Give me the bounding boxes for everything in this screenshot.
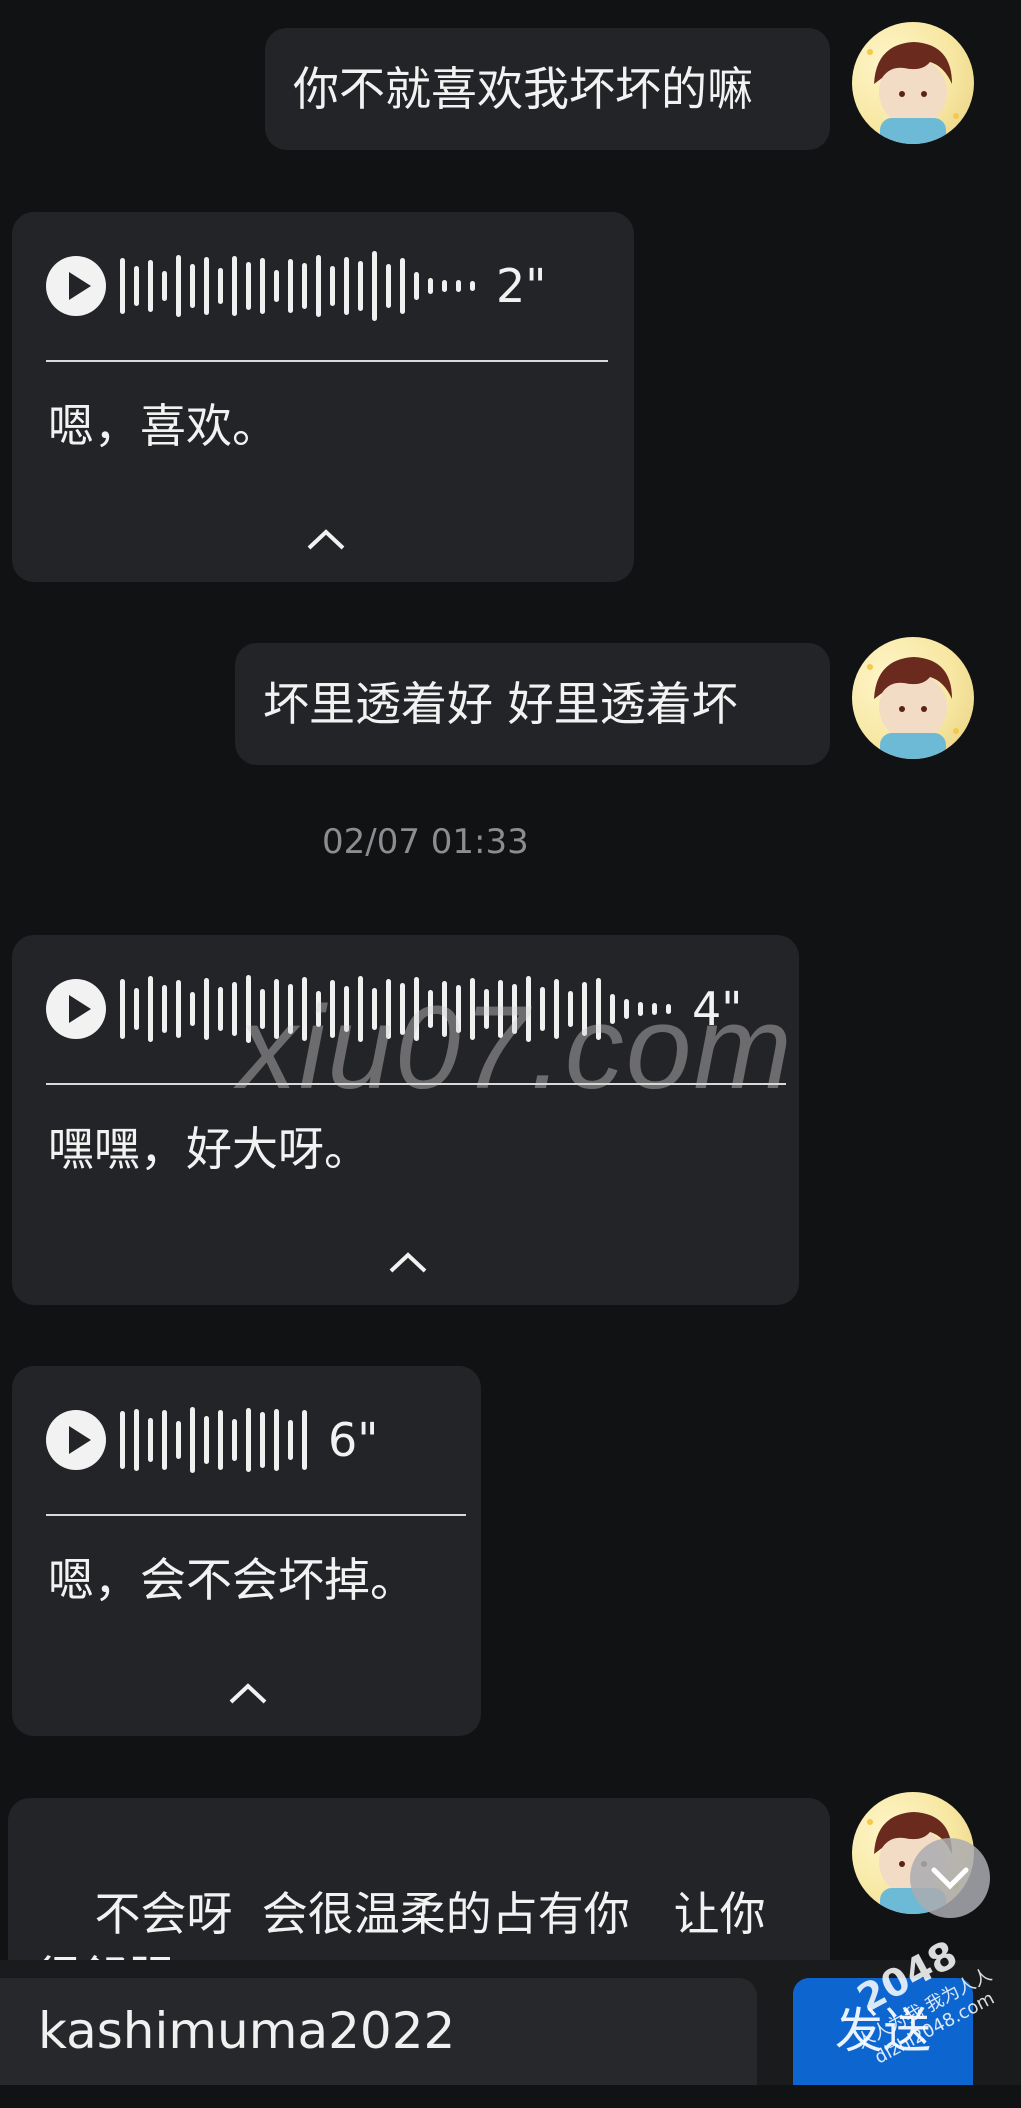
chevron-up-icon[interactable] <box>388 1250 428 1274</box>
send-button[interactable]: 发送 <box>793 1978 973 2085</box>
voice-transcript: 嗯，喜欢。 <box>48 399 278 453</box>
voice-duration: 2" <box>496 259 547 313</box>
voice-message[interactable]: 6" 嗯，会不会坏掉。 <box>12 1366 481 1736</box>
voice-duration: 6" <box>328 1413 379 1467</box>
voice-transcript: 嗯，会不会坏掉。 <box>48 1553 416 1607</box>
outgoing-message[interactable]: 坏里透着好 好里透着坏 <box>235 643 830 765</box>
divider <box>46 1514 466 1516</box>
avatar[interactable] <box>852 637 974 759</box>
voice-waveform[interactable] <box>120 1402 316 1478</box>
message-text: 坏里透着好 好里透着坏 <box>263 677 738 731</box>
outgoing-message[interactable]: 你不就喜欢我坏坏的嘛 <box>265 28 830 150</box>
play-icon[interactable] <box>46 1410 106 1470</box>
input-bar: kashimuma2022 发送 <box>0 1960 1021 2085</box>
divider <box>46 360 608 362</box>
voice-transcript: 嘿嘿，好大呀。 <box>48 1122 370 1176</box>
voice-message[interactable]: 2" 嗯，喜欢。 <box>12 212 634 582</box>
chat-area[interactable]: 你不就喜欢我坏坏的嘛 2" 嗯，喜欢。 坏里透着好 好里透着坏 02/07 01… <box>0 0 1021 1960</box>
message-text: 你不就喜欢我坏坏的嘛 <box>293 62 753 116</box>
scroll-to-bottom-button[interactable] <box>910 1838 990 1918</box>
voice-waveform[interactable] <box>120 971 680 1047</box>
outgoing-message[interactable]: 不会呀 会很温柔的占有你 让你 很舒服 <box>8 1798 830 1960</box>
divider <box>46 1083 786 1085</box>
chevron-down-icon <box>931 1867 969 1890</box>
voice-duration: 4" <box>692 982 743 1036</box>
play-icon[interactable] <box>46 979 106 1039</box>
chevron-up-icon[interactable] <box>306 527 346 551</box>
avatar[interactable] <box>852 22 974 144</box>
timestamp: 02/07 01:33 <box>322 822 529 862</box>
voice-message[interactable]: 4" 嘿嘿，好大呀。 <box>12 935 799 1305</box>
chevron-up-icon[interactable] <box>228 1681 268 1705</box>
play-icon[interactable] <box>46 256 106 316</box>
message-text: 不会呀 会很温柔的占有你 让你 很舒服 <box>36 1887 766 1960</box>
voice-waveform[interactable] <box>120 248 484 324</box>
message-input[interactable]: kashimuma2022 <box>0 1978 757 2085</box>
